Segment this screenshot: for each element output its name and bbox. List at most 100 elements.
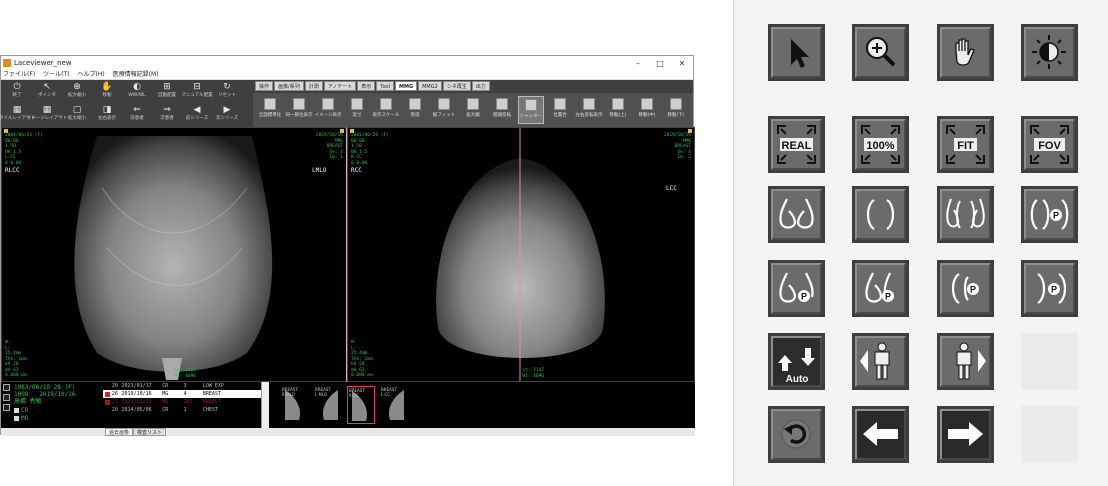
toolbar-button[interactable]: ◀ 前シリーズ: [185, 105, 209, 125]
ribbon-button[interactable]: イメージ表示: [315, 96, 341, 124]
ribbon-button[interactable]: 階調反転: [489, 96, 515, 124]
ribbon-tab[interactable]: 表示: [357, 81, 376, 91]
zoom-button[interactable]: [852, 24, 909, 81]
toolbar-button[interactable]: ▢ 拡大縮小: [65, 105, 89, 125]
arrow-left-button[interactable]: [852, 406, 909, 463]
ribbon-button[interactable]: 表示スケール: [373, 96, 400, 124]
toolbar-button[interactable]: ⊞ 自動配置: [155, 82, 179, 102]
ribbon-button[interactable]: シャッター: [518, 96, 544, 124]
bottom-tabs: 過去画像 検査リスト: [105, 428, 167, 436]
auto-sort-button[interactable]: Auto: [768, 333, 825, 390]
fov-button[interactable]: FOV: [1021, 116, 1078, 173]
checkbox[interactable]: [14, 408, 19, 413]
toolbar-button[interactable]: ⊟ マニュアル配置: [181, 82, 212, 102]
thumbnail[interactable]: BREAST L CC: [380, 386, 408, 424]
breast-mlo-prior-alt-button[interactable]: P: [852, 260, 909, 317]
breast-quad-button[interactable]: [937, 186, 994, 243]
toolbar-button[interactable]: ▦ イメージレイアウト: [27, 105, 67, 125]
maximize-button[interactable]: □: [649, 59, 671, 68]
breast-cc-prior-button[interactable]: P: [1021, 186, 1078, 243]
toolbar-button[interactable]: ↖ ポインタ: [35, 82, 59, 102]
menu-help[interactable]: ヘルプ(H): [78, 70, 105, 79]
ribbon-button[interactable]: 縦フィット: [431, 96, 457, 124]
reset-button[interactable]: [768, 406, 825, 463]
tool-icon: ↖: [43, 82, 51, 92]
arrow-right-button[interactable]: [937, 406, 994, 463]
ribbon-icon: [612, 98, 624, 110]
ribbon-button[interactable]: 移動(中): [634, 96, 660, 124]
filter-mg[interactable]: MG: [14, 415, 28, 422]
thumbnail[interactable]: BREAST R CC: [347, 386, 375, 424]
tool-icon: ⊕: [73, 82, 81, 92]
study-list-scrollbar[interactable]: [261, 382, 269, 428]
viewport-right[interactable]: 2001/06/26 (F) 00:00 1.50 NH 1.5 R-CC 0 …: [347, 127, 695, 382]
pan-button[interactable]: [937, 24, 994, 81]
fit-button[interactable]: FIT: [937, 116, 994, 173]
ribbon-tab[interactable]: 画像/系列: [274, 81, 304, 91]
study-row[interactable]: 20 2014/05/06 CR 1 CHEST: [103, 406, 261, 414]
view-label: RLCC: [5, 167, 20, 174]
ribbon-button[interactable]: 実寸: [344, 96, 370, 124]
ribbon-tab[interactable]: アノテート: [323, 81, 357, 91]
breast-mlo-prior-button[interactable]: P: [768, 260, 825, 317]
ribbon-tab[interactable]: MMG2: [418, 81, 442, 91]
patient-prev-button[interactable]: [852, 333, 909, 390]
info-icon[interactable]: [3, 394, 10, 401]
breast-pair-cc-button[interactable]: [852, 186, 909, 243]
tab-past-images[interactable]: 過去画像: [105, 428, 134, 436]
menu-record[interactable]: 医療情報記録(M): [113, 70, 159, 79]
toolbar-button[interactable]: ⏻ 終了: [5, 82, 29, 102]
filter-cr[interactable]: CR: [14, 407, 28, 414]
tab-study-list[interactable]: 検査リスト: [133, 428, 167, 436]
viewport-left[interactable]: 2001/06/26 (F) 00:00 1.50 NH 1.5 L-CC 0 …: [1, 127, 347, 382]
ribbon-button[interactable]: 移動(下): [663, 96, 689, 124]
menu-file[interactable]: ファイル(F): [3, 70, 35, 79]
thumbnail[interactable]: BREAST L MLO: [314, 386, 342, 424]
ribbon-tab[interactable]: シネ再生: [442, 81, 471, 91]
ribbon-tab[interactable]: 計測: [304, 81, 323, 91]
ribbon-tab[interactable]: Tool: [376, 81, 395, 91]
bottom-panel: 1983/06/18 26 (F) 1008 2019/10/16 高橋 秀敏 …: [1, 382, 695, 436]
toolbar-button[interactable]: ⇐ 前患者: [125, 105, 149, 125]
toolbar-button[interactable]: ⇒ 次患者: [155, 105, 179, 125]
ribbon-button[interactable]: 移動(上): [605, 96, 631, 124]
thumbnail-label: BREAST R CC: [349, 388, 365, 398]
window-level-button[interactable]: [1021, 24, 1078, 81]
pointer-button[interactable]: [768, 24, 825, 81]
ribbon-tab[interactable]: 操作: [255, 81, 274, 91]
menu-tool[interactable]: ツール(T): [43, 70, 69, 79]
ribbon-tab[interactable]: MMG: [395, 81, 418, 91]
ribbon-button[interactable]: 左右反転表示: [576, 96, 603, 124]
breast-cc-right-prior-button[interactable]: P: [1021, 260, 1078, 317]
toolbar-button[interactable]: ⊕ 拡大縮小: [65, 82, 89, 102]
ribbon-icon: [409, 98, 421, 110]
breast-pair-mlo-button[interactable]: [768, 186, 825, 243]
ribbon-tab[interactable]: 出力: [471, 81, 490, 91]
toolbar-button[interactable]: ◐ WW/WL: [125, 82, 149, 102]
minimize-button[interactable]: –: [627, 59, 649, 68]
ribbon-button[interactable]: 全面標準化: [257, 96, 283, 124]
info-icon[interactable]: [3, 404, 10, 411]
info-icon[interactable]: [3, 384, 10, 391]
toolbar-button[interactable]: ↻ リセット: [215, 82, 239, 102]
thumbnail[interactable]: BREAST R MLO: [281, 386, 309, 424]
toolbar-button[interactable]: ▶ 次シリーズ: [215, 105, 239, 125]
ribbon-label: 移動(上): [609, 113, 627, 118]
ribbon-button[interactable]: 等倍: [402, 96, 428, 124]
checkbox[interactable]: [14, 416, 19, 421]
tool-icon: ⇐: [133, 105, 141, 115]
breast-cc-left-prior-button[interactable]: P: [937, 260, 994, 317]
toolbar-button[interactable]: ✋ 移動: [95, 82, 119, 102]
close-button[interactable]: ✕: [671, 59, 693, 68]
ribbon-button[interactable]: 同一部位表示: [286, 96, 313, 124]
study-row[interactable]: 27 2019/01/12 MG 181 BREAST: [103, 398, 261, 406]
toolbar-button[interactable]: ◨ 左右表示: [95, 105, 119, 125]
ribbon-button[interactable]: 位置合: [547, 96, 573, 124]
patient-next-button[interactable]: [937, 333, 994, 390]
toolbar-button[interactable]: ▦ タイルレイアウト: [0, 105, 35, 125]
hundred-percent-button[interactable]: 100%: [852, 116, 909, 173]
real-size-button[interactable]: REAL: [768, 116, 825, 173]
study-row[interactable]: 20 2023/01/17 CR 3 LOW EXP: [103, 382, 261, 390]
ribbon-button[interactable]: 拡大鏡: [460, 96, 486, 124]
study-row[interactable]: 26 2019/10/16 MG 4 BREAST: [103, 390, 261, 398]
